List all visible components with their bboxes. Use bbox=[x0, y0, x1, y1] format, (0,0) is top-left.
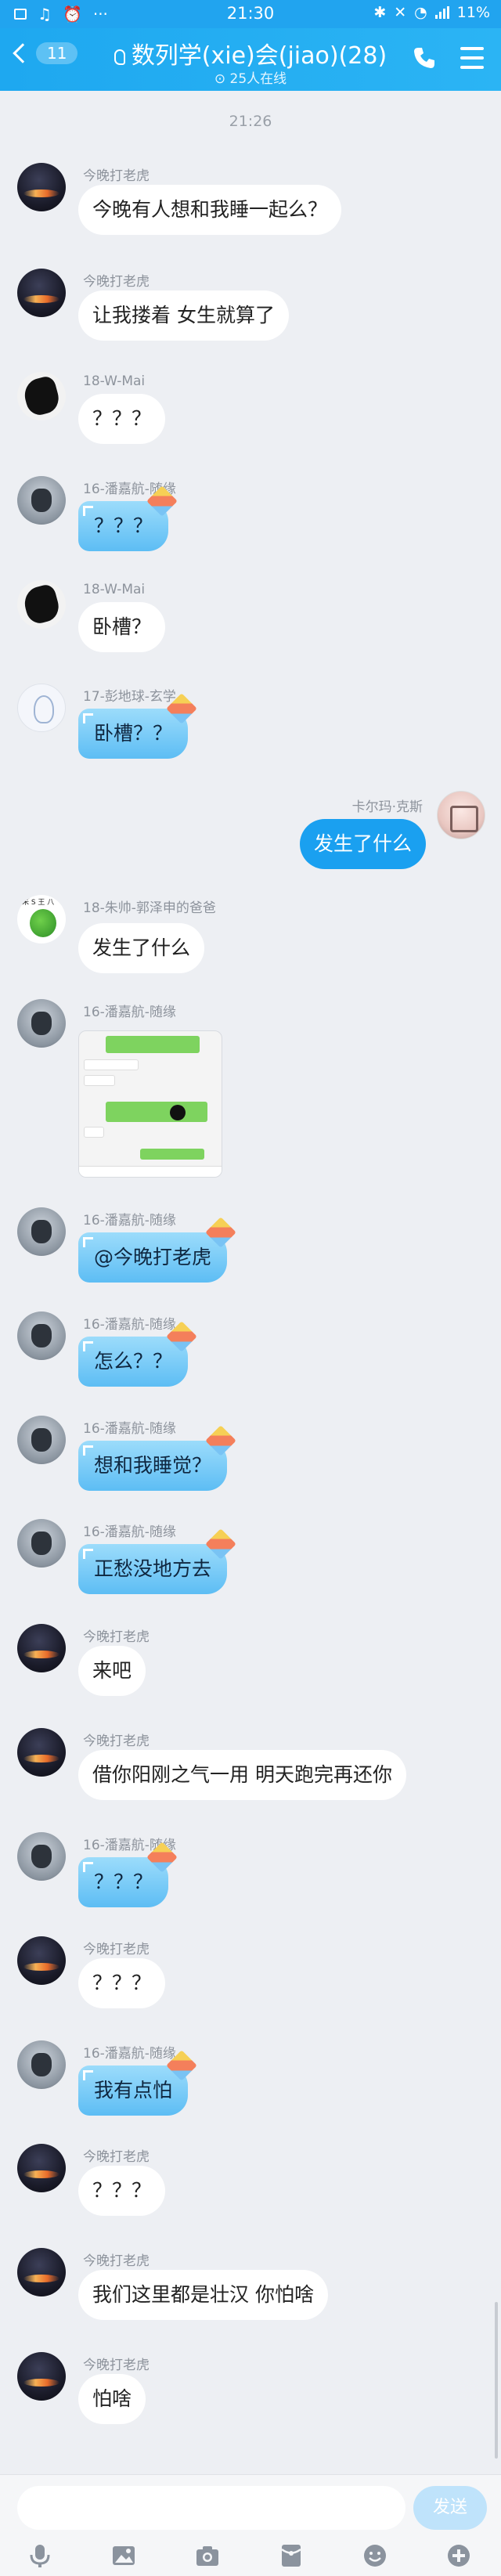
message-bubble[interactable]: ？？？ bbox=[78, 1958, 166, 2008]
avatar[interactable] bbox=[17, 1519, 66, 1568]
sender-name: 18-W-Mai bbox=[83, 582, 146, 597]
red-packet-icon[interactable] bbox=[278, 2542, 305, 2569]
avatar[interactable] bbox=[17, 999, 66, 1048]
sender-name: 今晚打老虎 bbox=[83, 1629, 150, 1645]
message-bubble[interactable]: ？？？ bbox=[78, 501, 169, 551]
message-bubble[interactable]: 想和我睡觉？ bbox=[78, 1441, 228, 1491]
avatar[interactable] bbox=[17, 2040, 66, 2089]
sender-name: 16-潘嘉航-随缘 bbox=[83, 2046, 176, 2062]
plus-icon[interactable] bbox=[445, 2542, 472, 2569]
menu-icon[interactable] bbox=[460, 47, 484, 69]
message-bubble[interactable]: 怕啥 bbox=[78, 2374, 146, 2424]
sender-name: 16-潘嘉航-随缘 bbox=[83, 1213, 176, 1228]
send-button[interactable]: 发送 bbox=[413, 2486, 487, 2530]
image-icon[interactable] bbox=[110, 2542, 137, 2569]
message-bubble[interactable]: 卧槽？ bbox=[78, 602, 166, 652]
message-bubble[interactable]: @今晚打老虎 bbox=[78, 1232, 228, 1283]
sender-name: 17-彭地球-玄学 bbox=[83, 689, 176, 705]
avatar[interactable] bbox=[437, 791, 485, 839]
mute-icon: ✕ bbox=[394, 4, 407, 21]
avatar[interactable] bbox=[17, 163, 66, 211]
sender-name: 今晚打老虎 bbox=[83, 1734, 150, 1749]
message-bubble[interactable]: 怎么？？ bbox=[78, 1337, 189, 1387]
ear-mode-icon bbox=[114, 49, 125, 65]
online-count-text: 25人在线 bbox=[229, 71, 287, 87]
message-bubble[interactable]: ？？？ bbox=[78, 1857, 169, 1907]
scrollbar[interactable] bbox=[495, 2302, 498, 2459]
avatar[interactable] bbox=[17, 1624, 66, 1672]
avatar[interactable] bbox=[17, 372, 66, 420]
sender-name: 16-潘嘉航-随缘 bbox=[83, 1421, 176, 1437]
chat-header: 11 数列学(xie)会(jiao)(28) ⊙ 25人在线 bbox=[0, 28, 501, 91]
sender-name: 18-朱帅-郭泽申的爸爸 bbox=[83, 900, 216, 916]
message-bubble[interactable]: 正愁没地方去 bbox=[78, 1544, 228, 1594]
message-bubble[interactable]: 今晚有人想和我睡一起么？ bbox=[78, 185, 342, 235]
status-bar: ♫ ⏰ ··· 21:30 ✱ ✕ ◔ 11% bbox=[0, 0, 501, 28]
avatar[interactable] bbox=[17, 2248, 66, 2296]
group-title-text: 数列学(xie)会(jiao)(28) bbox=[131, 42, 387, 70]
sender-name: 今晚打老虎 bbox=[83, 1942, 150, 1957]
avatar[interactable] bbox=[17, 684, 66, 732]
message-bubble[interactable]: 发生了什么 bbox=[299, 819, 426, 869]
message-bubble[interactable]: 让我搂着 女生就算了 bbox=[78, 290, 289, 341]
sender-name: 18-W-Mai bbox=[83, 373, 146, 389]
emoji-icon[interactable] bbox=[362, 2542, 388, 2569]
avatar[interactable]: 朱 S 王 八 bbox=[17, 895, 66, 943]
sender-name: 今晚打老虎 bbox=[83, 2149, 150, 2165]
camera-icon[interactable] bbox=[194, 2542, 221, 2569]
avatar[interactable] bbox=[17, 1832, 66, 1881]
signal-icon bbox=[434, 6, 449, 19]
avatar[interactable] bbox=[17, 580, 66, 629]
message-bubble[interactable]: 来吧 bbox=[78, 1646, 146, 1696]
sender-name: 今晚打老虎 bbox=[83, 168, 150, 184]
sender-name: 16-潘嘉航-随缘 bbox=[83, 1317, 176, 1333]
sender-name: 今晚打老虎 bbox=[83, 274, 150, 290]
wifi-icon: ◔ bbox=[414, 4, 427, 21]
sender-name: 16-潘嘉航-随缘 bbox=[83, 1005, 176, 1020]
sender-name: 今晚打老虎 bbox=[83, 2358, 150, 2373]
image-message[interactable] bbox=[78, 1030, 222, 1178]
message-bubble[interactable]: 我们这里都是壮汉 你怕啥 bbox=[78, 2270, 328, 2320]
time-divider: 21:26 bbox=[229, 113, 272, 130]
mic-icon[interactable] bbox=[27, 2542, 53, 2569]
message-bubble[interactable]: 卧槽？？ bbox=[78, 709, 189, 759]
avatar[interactable] bbox=[17, 1311, 66, 1360]
message-bubble[interactable]: 借你阳刚之气一用 明天跑完再还你 bbox=[78, 1750, 406, 1800]
bluetooth-icon: ✱ bbox=[373, 4, 387, 21]
avatar[interactable] bbox=[17, 1207, 66, 1256]
message-bubble[interactable]: 我有点怕 bbox=[78, 2065, 189, 2116]
sender-name: 16-潘嘉航-随缘 bbox=[83, 1524, 176, 1540]
sender-name: 今晚打老虎 bbox=[83, 2253, 150, 2269]
phone-icon[interactable] bbox=[412, 45, 437, 70]
avatar[interactable] bbox=[17, 1936, 66, 1985]
avatar[interactable] bbox=[17, 2352, 66, 2401]
avatar[interactable] bbox=[17, 2144, 66, 2192]
battery-level: 11% bbox=[456, 4, 490, 21]
avatar[interactable] bbox=[17, 1416, 66, 1464]
message-bubble[interactable]: ？？？ bbox=[78, 2166, 166, 2216]
avatar[interactable] bbox=[17, 476, 66, 525]
message-bubble[interactable]: 发生了什么 bbox=[78, 923, 205, 973]
avatar-label: 朱 S 王 八 bbox=[22, 897, 55, 907]
avatar[interactable] bbox=[17, 269, 66, 317]
sender-name: 卡尔玛·克斯 bbox=[351, 799, 423, 815]
input-bar: 发送 bbox=[0, 2474, 501, 2576]
avatar[interactable] bbox=[17, 1728, 66, 1777]
message-input[interactable] bbox=[17, 2486, 405, 2530]
message-bubble[interactable]: ？？？ bbox=[78, 394, 166, 444]
